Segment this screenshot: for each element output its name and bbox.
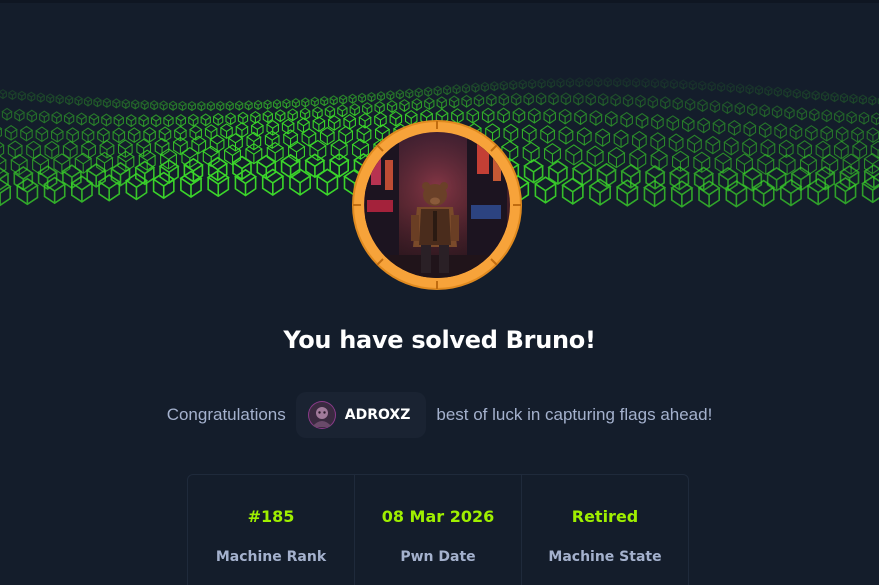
- top-strip: [0, 0, 879, 3]
- stat-machine-rank: #185 Machine Rank: [188, 475, 355, 585]
- page-title: You have solved Bruno!: [283, 326, 596, 354]
- solved-machine-page: You have solved Bruno! Congratulations A…: [0, 0, 879, 585]
- stat-machine-state: Retired Machine State: [522, 475, 688, 585]
- user-avatar-icon: [307, 401, 336, 429]
- machine-avatar: [347, 115, 527, 295]
- machine-avatar-icon: [352, 120, 522, 290]
- stats-panel: #185 Machine Rank 08 Mar 2026 Pwn Date R…: [187, 474, 689, 585]
- stat-label: Machine Rank: [215, 549, 327, 565]
- stat-value: 08 Mar 2026: [381, 507, 495, 526]
- congrats-row: Congratulations ADROXZ best of luck in c…: [0, 392, 879, 438]
- stat-label: Pwn Date: [400, 549, 476, 565]
- stat-label: Machine State: [548, 549, 662, 565]
- stat-value: Retired: [571, 507, 639, 526]
- congrats-prefix: Congratulations: [166, 405, 286, 424]
- congrats-suffix: best of luck in capturing flags ahead!: [436, 405, 713, 424]
- username[interactable]: ADROXZ: [345, 407, 411, 423]
- stat-pwn-date: 08 Mar 2026 Pwn Date: [355, 475, 522, 585]
- stat-value: #185: [247, 507, 295, 526]
- user-pill[interactable]: ADROXZ: [295, 392, 427, 438]
